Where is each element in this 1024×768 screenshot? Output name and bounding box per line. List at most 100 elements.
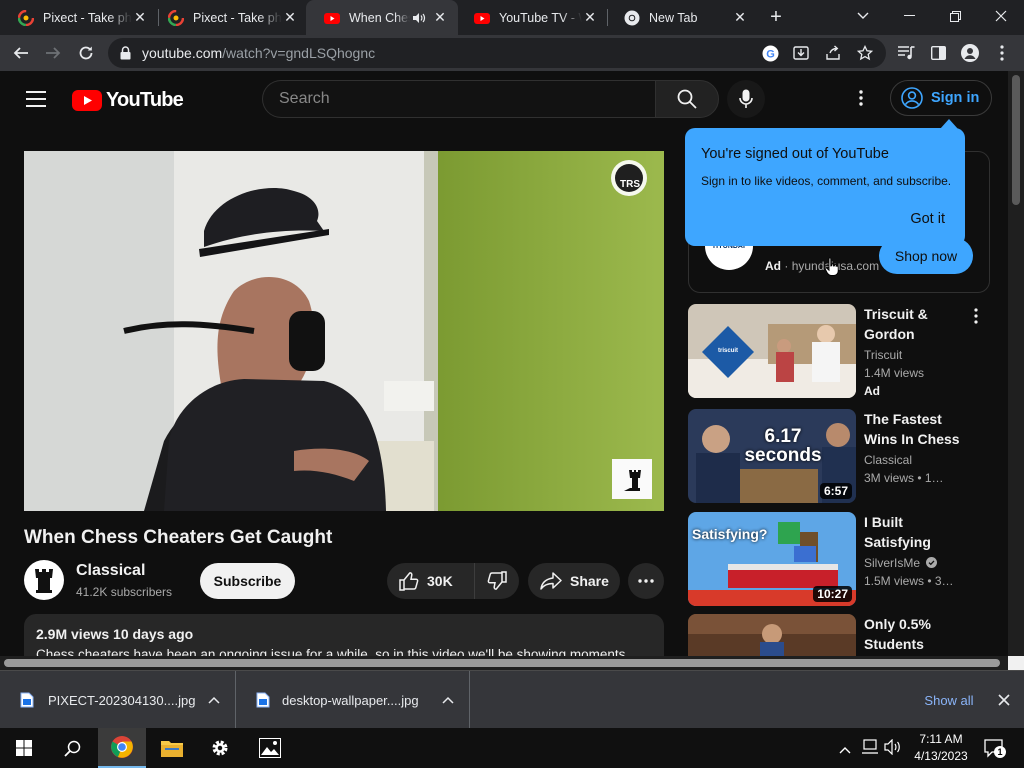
channel-watermark: TRS [620,179,640,190]
browser-tab[interactable]: Pixect - Take photos ✕ [150,0,308,35]
browser-tab[interactable]: YouTube TV - Watch ✕ [456,0,608,35]
related-channel[interactable]: Triscuit [864,348,902,362]
related-video[interactable]: 6.17 seconds 6:57 The Fastest Wins In Ch… [688,409,1008,503]
chevron-up-icon[interactable] [208,696,220,704]
image-file-icon [256,692,270,708]
related-video[interactable]: Only 0.5% Students Can… [688,614,1008,656]
related-title[interactable]: Triscuit & Gordon Ramsay [864,304,960,344]
search-box[interactable] [262,80,656,118]
signed-out-tooltip: You're signed out of YouTube Sign in to … [685,119,965,246]
subscribe-button[interactable]: Subscribe [200,563,295,599]
taskbar-clock[interactable]: 7:11 AM 4/13/2023 [910,731,972,765]
reload-icon[interactable] [73,40,99,66]
share-arrow-icon [540,572,562,590]
new-tab-icon[interactable]: + [766,7,786,28]
share-page-icon[interactable] [824,44,842,62]
file-explorer-icon[interactable] [148,728,196,768]
photos-app-icon[interactable] [246,728,294,768]
media-controls-icon[interactable] [897,44,915,62]
share-button[interactable]: Share [528,563,620,599]
related-video[interactable]: Satisfying? 10:27 I Built Satisfying Con… [688,512,1008,606]
video-thumbnail[interactable]: triscuit [688,304,856,398]
voice-search-button[interactable] [727,80,765,118]
lock-icon[interactable] [120,46,131,60]
video-menu-icon[interactable] [974,308,978,329]
browser-tab[interactable]: New Tab ✕ [606,0,758,35]
channel-avatar[interactable] [24,560,64,600]
sign-in-button[interactable]: Sign in [890,80,992,116]
chrome-icon [624,10,640,25]
tooltip-body: Sign in to like videos, comment, and sub… [701,174,952,188]
forward-icon[interactable] [40,40,66,66]
dislike-button[interactable] [475,563,519,599]
settings-gear-icon[interactable] [196,728,244,768]
clock-time: 7:11 AM [919,732,963,746]
channel-name[interactable]: Classical [76,562,145,580]
audio-playing-icon[interactable] [412,11,426,25]
restore-icon[interactable] [932,0,978,32]
download-item[interactable]: PIXECT-202304130....jpg [0,671,236,729]
show-all-button[interactable]: Show all [912,685,986,715]
bookmark-star-icon[interactable] [856,44,874,62]
thumbs-up-icon [399,572,419,591]
settings-more-icon[interactable] [859,90,863,111]
video-thumbnail[interactable] [688,614,856,656]
horizontal-scroll-thumb[interactable] [4,659,1000,667]
vertical-scroll-thumb[interactable] [1012,75,1020,205]
close-downloads-icon[interactable] [998,693,1010,711]
video-thumbnail[interactable]: Satisfying? 10:27 [688,512,856,606]
related-views: 1.5M views • 3… [864,574,954,588]
svg-text:G: G [766,48,775,60]
tab-title: New Tab [649,10,698,25]
chevron-up-icon[interactable] [442,696,454,704]
browser-tab-active[interactable]: When Chess Cheaters Get Caught ✕ [306,0,458,35]
close-tab-icon[interactable]: ✕ [132,9,148,26]
volume-icon[interactable] [884,738,902,760]
related-title[interactable]: I Built Satisfying Contraptions [864,512,960,552]
youtube-logo[interactable]: YouTube [72,89,184,112]
related-video[interactable]: triscuit Triscuit & Gordon Ramsay Triscu… [688,304,1008,398]
close-tab-icon[interactable]: ✕ [732,9,748,26]
browser-menu-icon[interactable] [993,44,1011,62]
install-app-icon[interactable] [792,44,810,62]
notification-center-icon[interactable]: 1 [984,738,1006,758]
tray-chevron-up-icon[interactable] [839,741,851,759]
browser-tab[interactable]: Pixect - Take photos ✕ [0,0,158,35]
got-it-button[interactable]: Got it [910,211,945,227]
minimize-icon[interactable] [886,0,932,32]
page-horizontal-scrollbar[interactable] [0,656,1024,670]
search-icon[interactable] [48,728,96,768]
like-button[interactable]: 30K [387,563,475,599]
video-player[interactable]: TRS [24,151,664,511]
description-text: Chess cheaters have been an ongoing issu… [36,647,626,656]
close-tab-icon[interactable]: ✕ [282,9,298,26]
search-button[interactable] [655,80,719,118]
hamburger-menu-icon[interactable] [26,91,46,112]
thumbs-down-icon [487,571,507,590]
more-actions-button[interactable] [628,563,664,599]
network-icon[interactable] [862,739,880,760]
related-title[interactable]: Only 0.5% Students Can… [864,614,960,654]
related-channel[interactable]: SilverIsMe [864,556,938,570]
related-title[interactable]: The Fastest Wins In Chess [864,409,960,449]
close-window-icon[interactable] [978,0,1024,32]
side-panel-icon[interactable] [929,44,947,62]
google-lens-icon[interactable]: G [761,44,779,62]
related-channel[interactable]: Classical [864,453,912,467]
windows-start-icon[interactable] [0,728,48,768]
profile-icon[interactable] [961,44,979,62]
youtube-wordmark: YouTube [106,89,184,111]
address-bar[interactable]: youtube.com/watch?v=gndLSQhognc G [108,38,886,68]
download-item[interactable]: desktop-wallpaper....jpg [236,671,470,729]
like-dislike-group: 30K [387,563,519,599]
back-icon[interactable] [8,40,34,66]
description-box[interactable]: 2.9M views 10 days ago Chess cheaters ha… [24,614,664,656]
chrome-taskbar-icon[interactable] [98,728,146,768]
tab-search-icon[interactable] [840,0,886,32]
search-input[interactable] [279,90,639,108]
close-tab-icon[interactable]: ✕ [432,9,448,26]
video-thumbnail[interactable]: 6.17 seconds 6:57 [688,409,856,503]
close-tab-icon[interactable]: ✕ [582,9,598,26]
downloads-bar: PIXECT-202304130....jpg desktop-wallpape… [0,670,1024,729]
page-vertical-scrollbar[interactable] [1008,71,1024,656]
